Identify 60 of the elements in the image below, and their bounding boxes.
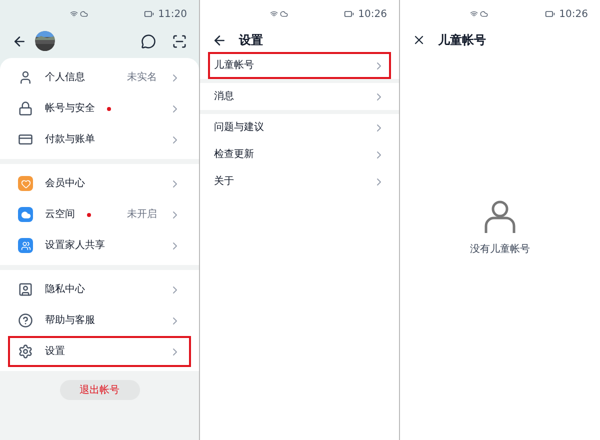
screen-title: 儿童帐号 (438, 32, 486, 49)
empty-message: 没有儿童帐号 (470, 242, 530, 257)
menu-item[interactable]: 帐号与安全 (8, 93, 191, 124)
menu-item[interactable]: 个人信息 未实名 (8, 62, 191, 93)
help-icon (18, 313, 33, 328)
cloud-icon (480, 10, 488, 18)
menu-item[interactable]: 问题与建议 (208, 114, 391, 141)
screen-title: 设置 (239, 32, 263, 49)
settings-icon (18, 344, 33, 359)
item-label: 隐私中心 (45, 282, 85, 297)
item-label: 儿童帐号 (214, 58, 255, 73)
cloud-icon (280, 10, 288, 18)
status-time: 10:26 (559, 8, 588, 22)
heart-icon (18, 176, 33, 191)
chat-icon[interactable] (141, 34, 156, 48)
menu-item[interactable]: 设置 (8, 336, 191, 367)
wifi-icon (270, 10, 278, 18)
status-time: 10:26 (358, 8, 387, 22)
status-time: 11:20 (158, 8, 187, 22)
cloud-icon (80, 10, 88, 18)
logout-button[interactable]: 退出帐号 (60, 380, 140, 400)
menu-item[interactable]: 检查更新 (208, 141, 391, 168)
person-icon (18, 70, 33, 85)
person-icon (483, 200, 517, 234)
item-label: 问题与建议 (214, 120, 265, 135)
battery-icon (545, 9, 556, 19)
item-label: 消息 (214, 90, 235, 104)
item-label: 个人信息 (45, 70, 85, 85)
id-card-icon (18, 282, 33, 297)
menu-item[interactable]: 关于 (208, 168, 391, 195)
menu-item[interactable]: 儿童帐号 (208, 52, 391, 79)
item-label: 付款与账单 (45, 132, 95, 147)
item-label: 设置 (45, 344, 65, 359)
item-value: 未实名 (127, 70, 157, 85)
item-label: 帮助与客服 (45, 314, 95, 328)
cloud-icon (18, 207, 33, 222)
back-icon[interactable] (12, 34, 27, 48)
item-label: 设置家人共享 (45, 238, 105, 253)
item-label: 会员中心 (45, 176, 85, 191)
card-icon (18, 132, 33, 147)
menu-item[interactable]: 帮助与客服 (8, 305, 191, 336)
item-label: 云空间 (45, 208, 75, 222)
menu-item[interactable]: 付款与账单 (8, 124, 191, 155)
scan-icon[interactable] (172, 34, 187, 48)
close-icon[interactable] (412, 33, 426, 47)
item-label: 帐号与安全 (45, 102, 95, 116)
wifi-icon (70, 10, 78, 18)
item-label: 关于 (214, 174, 235, 189)
battery-icon (144, 9, 154, 19)
item-label: 检查更新 (214, 148, 255, 162)
lock-icon (18, 101, 33, 116)
menu-item[interactable]: 设置家人共享 (8, 230, 191, 261)
family-icon (18, 238, 33, 253)
menu-item[interactable]: 会员中心 (8, 168, 191, 199)
battery-icon (344, 9, 354, 19)
menu-item[interactable]: 隐私中心 (8, 274, 191, 305)
menu-item[interactable]: 云空间 未开启 (8, 199, 191, 230)
wifi-icon (470, 10, 478, 18)
item-value: 未开启 (127, 208, 157, 222)
back-icon[interactable] (212, 32, 227, 48)
